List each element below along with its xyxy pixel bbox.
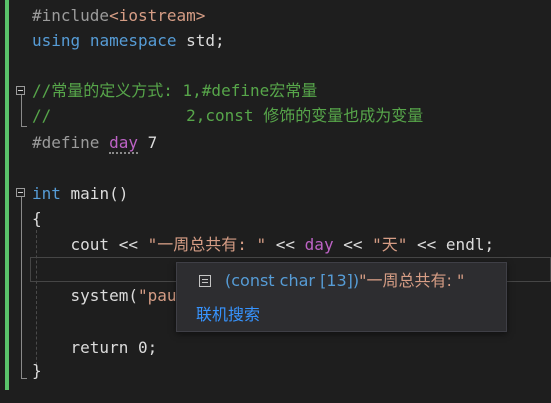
change-tracking-bar	[5, 0, 9, 390]
code-token: <iostream>	[109, 6, 206, 25]
code-token: system(	[32, 286, 138, 305]
collapse-main-icon[interactable]	[16, 188, 25, 197]
code-token: namespace	[89, 31, 177, 50]
code-line[interactable]: system("pau	[32, 283, 177, 308]
code-token: }	[32, 361, 42, 380]
code-token: day	[109, 133, 138, 154]
code-line[interactable]: cout << "一周总共有: " << day << "天" << endl;	[32, 232, 495, 257]
code-line[interactable]: return 0;	[32, 335, 158, 360]
code-line[interactable]: // 2,const 修饰的变量也成为变量	[32, 103, 423, 128]
tooltip-value: "一周总共有: "	[359, 271, 465, 290]
code-token: << endl;	[407, 235, 495, 254]
search-online-link[interactable]: 联机搜索	[196, 303, 260, 327]
code-token: cout <<	[32, 235, 148, 254]
code-token: return 0;	[32, 338, 158, 357]
code-line[interactable]: {	[32, 206, 42, 231]
code-token: //常量的定义方式: 1,#define宏常量	[32, 81, 318, 100]
code-token: <<	[266, 235, 305, 254]
code-line[interactable]: #include<iostream>	[32, 3, 205, 28]
quick-info-tooltip: (const char [13])"一周总共有: " 联机搜索	[176, 262, 507, 332]
code-token: {	[32, 209, 42, 228]
code-token: day	[304, 235, 334, 254]
collapse-comment-icon[interactable]	[16, 86, 25, 95]
code-token: "一周总共有: "	[147, 235, 267, 254]
code-token: #define	[32, 133, 100, 152]
outline-end	[21, 378, 27, 379]
code-line[interactable]: int main()	[32, 181, 128, 206]
outline-line	[21, 197, 22, 378]
code-token: main()	[60, 184, 129, 203]
code-line[interactable]: #define day 7	[32, 130, 157, 155]
code-token: #include	[32, 6, 110, 25]
tooltip-signature: (const char [13])"一周总共有: "	[225, 269, 464, 293]
code-token: int	[32, 184, 61, 203]
code-token: "天"	[372, 235, 408, 254]
code-token: // 2,const 修饰的变量也成为变量	[32, 106, 424, 125]
code-token: "pau	[137, 286, 177, 305]
code-token: using	[32, 31, 81, 50]
code-token: 7	[137, 133, 158, 152]
code-token: <<	[333, 235, 373, 254]
code-line[interactable]: using namespace std;	[32, 28, 225, 53]
code-line[interactable]: }	[32, 358, 42, 383]
code-line[interactable]: //常量的定义方式: 1,#define宏常量	[32, 78, 317, 103]
string-literal-icon	[199, 275, 211, 287]
outline-line	[21, 95, 22, 126]
tooltip-type: (const char [13])	[225, 271, 360, 290]
outline-end	[21, 126, 27, 127]
code-token: std;	[176, 31, 225, 50]
